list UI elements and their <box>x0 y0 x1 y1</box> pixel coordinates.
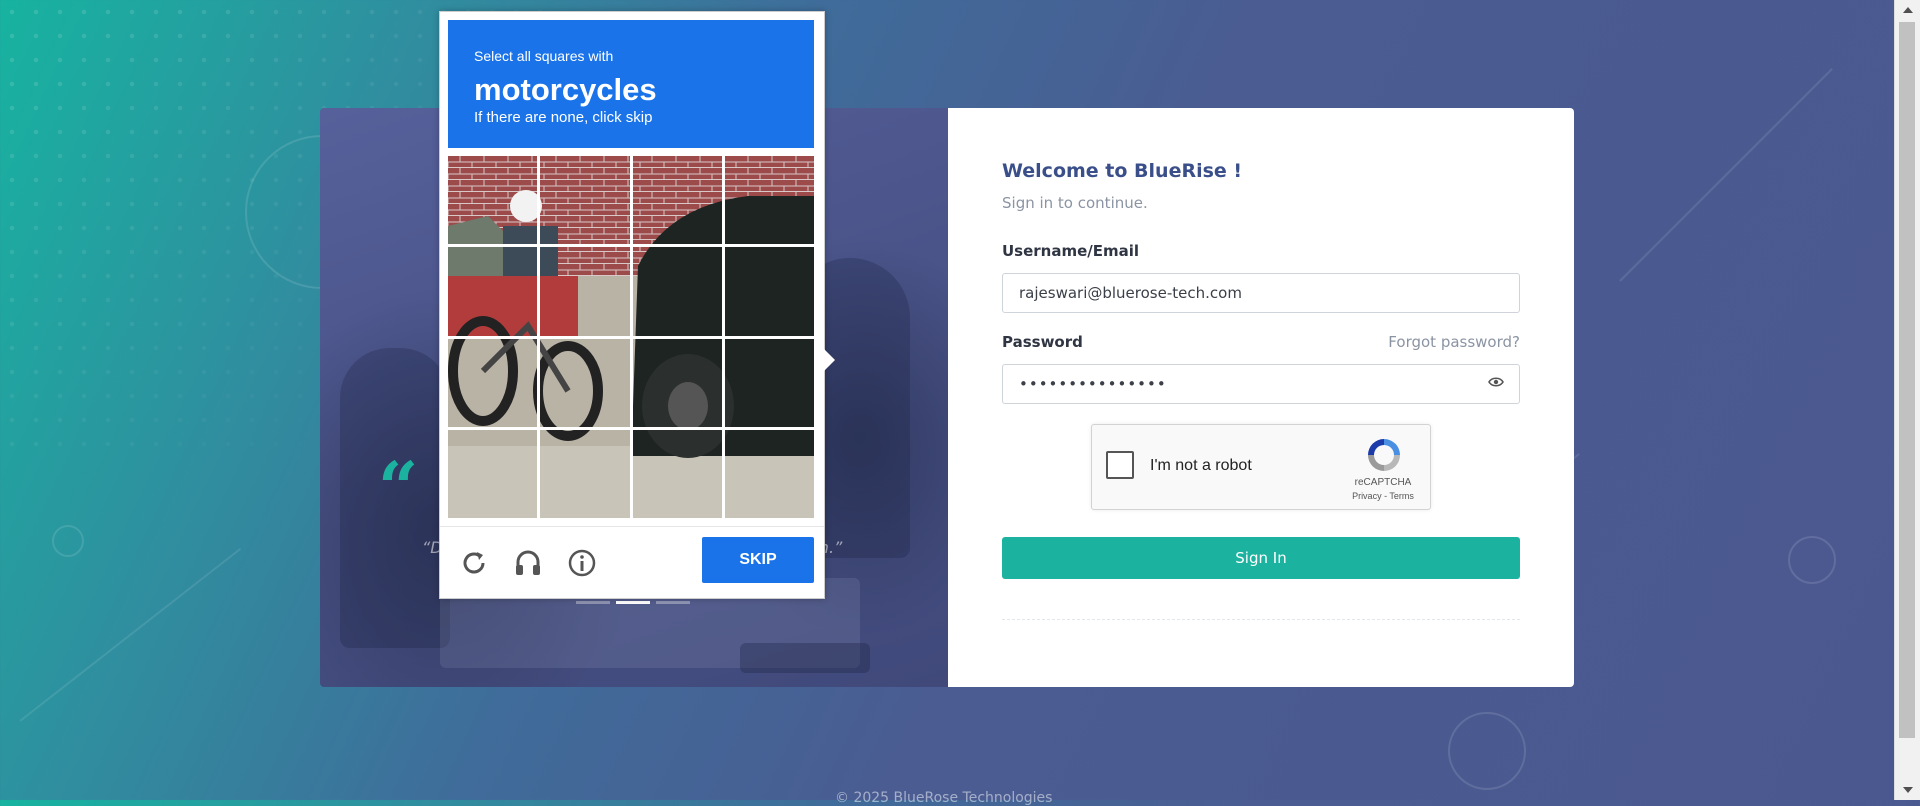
password-input[interactable] <box>1002 364 1520 404</box>
decorative-line <box>19 548 241 722</box>
scroll-thumb[interactable] <box>1899 22 1915 738</box>
challenge-tile-image <box>540 339 629 427</box>
carousel-dot-active[interactable] <box>616 601 650 604</box>
challenge-tile-image <box>540 430 629 518</box>
challenge-tile[interactable] <box>448 156 537 244</box>
challenge-tile[interactable] <box>633 430 722 518</box>
challenge-footer: SKIP <box>440 526 824 599</box>
background-photo-paper <box>740 643 870 673</box>
challenge-tile-image <box>633 339 722 427</box>
challenge-tile-image <box>448 247 537 335</box>
scroll-up-icon[interactable] <box>1895 0 1920 20</box>
decorative-circle <box>1788 536 1836 584</box>
recaptcha-logo-icon <box>1364 435 1404 475</box>
challenge-tile[interactable] <box>633 339 722 427</box>
challenge-tile-image <box>448 339 537 427</box>
page-subtitle: Sign in to continue. <box>1002 194 1148 212</box>
info-icon[interactable] <box>566 547 598 579</box>
challenge-tile-image <box>633 156 722 244</box>
reload-icon[interactable] <box>458 547 490 579</box>
recaptcha-brand: reCAPTCHA <box>1346 477 1420 488</box>
carousel-dot[interactable] <box>656 601 690 604</box>
audio-icon[interactable] <box>512 547 544 579</box>
recaptcha-links: Privacy - Terms <box>1346 491 1420 501</box>
quote-mark-icon: “ <box>378 453 418 523</box>
signin-form-panel: Welcome to BlueRise ! Sign in to continu… <box>948 108 1574 687</box>
recaptcha-widget: I'm not a robot reCAPTCHA Privacy - Term… <box>1091 424 1431 510</box>
recaptcha-terms-link[interactable]: Terms <box>1389 491 1414 501</box>
challenge-tile[interactable] <box>540 430 629 518</box>
challenge-tile-image <box>448 430 537 518</box>
challenge-tile[interactable] <box>448 430 537 518</box>
username-input[interactable] <box>1002 273 1520 313</box>
challenge-header: Select all squares with motorcycles If t… <box>448 20 814 148</box>
skip-button[interactable]: SKIP <box>702 537 814 583</box>
challenge-tile-image <box>633 247 722 335</box>
recaptcha-privacy-link[interactable]: Privacy <box>1352 491 1382 501</box>
challenge-tile[interactable] <box>448 247 537 335</box>
challenge-tile[interactable] <box>725 156 814 244</box>
decorative-line <box>1619 68 1833 282</box>
challenge-tile-image <box>725 156 814 244</box>
password-label: Password <box>1002 333 1083 351</box>
challenge-tile-image <box>725 430 814 518</box>
forgot-password-link[interactable]: Forgot password? <box>1388 333 1520 351</box>
username-label: Username/Email <box>1002 242 1139 260</box>
challenge-tile[interactable] <box>725 339 814 427</box>
challenge-tile[interactable] <box>540 247 629 335</box>
challenge-tile-image <box>540 247 629 335</box>
decorative-circle <box>1448 712 1526 790</box>
carousel-indicators <box>576 601 690 604</box>
form-divider <box>1002 619 1520 620</box>
challenge-tile[interactable] <box>633 156 722 244</box>
decorative-circle <box>52 525 84 557</box>
page-title: Welcome to BlueRise ! <box>1002 160 1242 182</box>
challenge-tile-image <box>725 339 814 427</box>
challenge-keyword: motorcycles <box>474 72 657 108</box>
carousel-dot[interactable] <box>576 601 610 604</box>
eye-icon[interactable] <box>1488 376 1504 388</box>
challenge-instruction: Select all squares with <box>474 48 613 64</box>
challenge-tile[interactable] <box>448 339 537 427</box>
scroll-down-icon[interactable] <box>1895 780 1920 800</box>
challenge-tile-image <box>540 156 629 244</box>
challenge-tile[interactable] <box>540 339 629 427</box>
page-scrollbar[interactable] <box>1894 0 1920 800</box>
recaptcha-label: I'm not a robot <box>1150 457 1252 475</box>
challenge-tile[interactable] <box>725 247 814 335</box>
popup-pointer <box>824 349 835 371</box>
challenge-hint: If there are none, click skip <box>474 109 652 126</box>
challenge-tile-image <box>725 247 814 335</box>
challenge-tile[interactable] <box>633 247 722 335</box>
challenge-tile[interactable] <box>725 430 814 518</box>
copyright-text: © 2025 BlueRose Technologies <box>835 790 1052 806</box>
sign-in-button[interactable]: Sign In <box>1002 537 1520 579</box>
challenge-tile-image <box>633 430 722 518</box>
challenge-image-grid <box>448 156 814 518</box>
recaptcha-checkbox[interactable] <box>1106 451 1134 479</box>
challenge-tile-image <box>448 156 537 244</box>
challenge-tile[interactable] <box>540 156 629 244</box>
recaptcha-challenge-popup: Select all squares with motorcycles If t… <box>439 11 825 599</box>
